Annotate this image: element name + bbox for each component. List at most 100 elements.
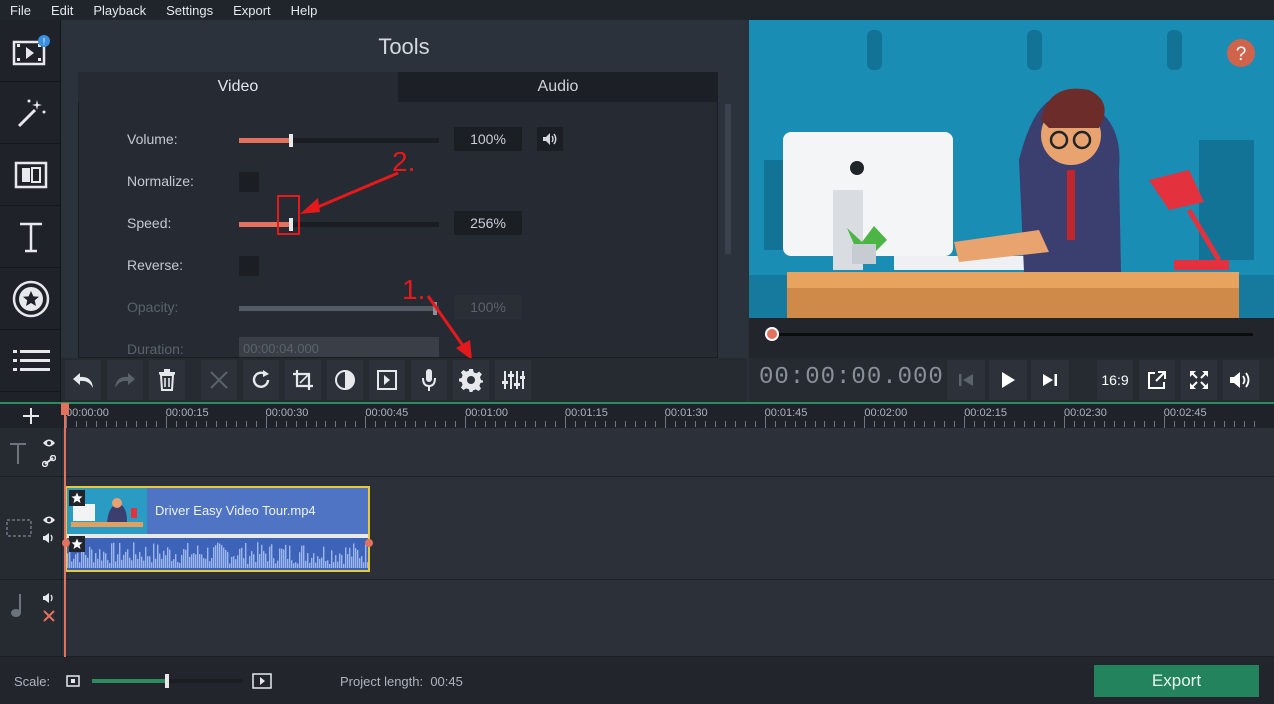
ruler-tick: [1044, 421, 1046, 427]
waveform-bar: [155, 558, 157, 568]
waveform-bar: [129, 557, 131, 568]
waveform-bar: [171, 561, 173, 568]
rotate-button[interactable]: [243, 360, 279, 400]
transition-wizard-button[interactable]: [369, 360, 405, 400]
ruler-tick: [894, 421, 896, 427]
ruler-tick: [445, 421, 447, 427]
clip-properties-button[interactable]: [453, 360, 489, 400]
tools-scrollbar[interactable]: [725, 104, 731, 254]
sidebar-filters-button[interactable]: [0, 82, 61, 144]
crop-icon: [293, 370, 313, 390]
volume-mute-button[interactable]: [537, 127, 563, 151]
split-button[interactable]: [201, 360, 237, 400]
normalize-checkbox[interactable]: [239, 172, 259, 192]
waveform-bar: [261, 544, 263, 568]
progress-handle[interactable]: [765, 327, 779, 341]
ruler-tick: [485, 421, 487, 427]
waveform-bar: [289, 545, 291, 568]
ruler-tick: [245, 421, 247, 427]
audio-star-badge[interactable]: [69, 536, 85, 552]
audio-equalizer-button[interactable]: [495, 360, 531, 400]
scale-slider[interactable]: [92, 674, 242, 688]
ruler-tick: [315, 421, 317, 427]
play-button[interactable]: [989, 360, 1027, 400]
sidebar-stickers-button[interactable]: [0, 268, 61, 330]
sidebar-titles-button[interactable]: [0, 206, 61, 268]
waveform-bar: [205, 558, 207, 568]
menu-settings[interactable]: Settings: [156, 3, 223, 18]
music-note-icon: [11, 594, 21, 617]
crop-button[interactable]: [285, 360, 321, 400]
redo-button[interactable]: [107, 360, 143, 400]
duration-field[interactable]: 00:00:04.000: [239, 337, 439, 357]
ruler-tick-label: 00:00:00: [66, 407, 109, 419]
reverse-checkbox[interactable]: [239, 256, 259, 276]
volume-slider-thumb[interactable]: [289, 134, 293, 147]
ruler-tick: [694, 421, 696, 427]
volume-button[interactable]: [1223, 360, 1259, 400]
sidebar-more-button[interactable]: [0, 330, 61, 392]
next-button[interactable]: [1031, 360, 1069, 400]
zoom-in-icon[interactable]: [252, 673, 272, 689]
video-preview[interactable]: ?: [749, 20, 1274, 318]
playhead-handle[interactable]: [61, 403, 69, 415]
clip-audio-part[interactable]: [67, 536, 369, 570]
tab-audio[interactable]: Audio: [398, 72, 718, 102]
waveform-bar: [327, 560, 329, 568]
timeline-ruler[interactable]: 00:00:00 00:00:15 00:00:30 00:00:45 00:01:00…: [0, 402, 1274, 428]
undo-button[interactable]: [65, 360, 101, 400]
aspect-ratio-button[interactable]: 16:9: [1097, 360, 1133, 400]
clip-video-part[interactable]: Driver Easy Video Tour.mp4: [67, 488, 368, 534]
tool-sidebar: !: [0, 20, 61, 402]
ruler-tick: [475, 421, 477, 427]
menu-export[interactable]: Export: [223, 3, 281, 18]
ruler-tick-label: 00:02:45: [1163, 407, 1207, 419]
timeline-playhead[interactable]: [61, 403, 69, 657]
waveform-bar: [323, 546, 325, 568]
speed-value[interactable]: 256%: [454, 211, 522, 235]
sidebar-transitions-button[interactable]: [0, 144, 61, 206]
ruler-tick: [834, 421, 836, 427]
export-button[interactable]: Export: [1094, 665, 1259, 697]
waveform-bar: [281, 548, 283, 568]
zoom-out-icon[interactable]: [66, 675, 80, 687]
eye-icon[interactable]: [42, 438, 56, 448]
record-audio-button[interactable]: [411, 360, 447, 400]
unlink-icon[interactable]: [42, 609, 56, 623]
clip-star-badge[interactable]: [69, 490, 85, 506]
tab-video[interactable]: Video: [78, 72, 398, 102]
speaker-icon[interactable]: [42, 532, 56, 544]
playback-progress[interactable]: [765, 327, 1253, 341]
menu-file[interactable]: File: [0, 3, 41, 18]
volume-slider[interactable]: [239, 134, 439, 147]
waveform-bar: [125, 551, 127, 568]
detach-player-button[interactable]: [1139, 360, 1175, 400]
audio-waveform: [67, 542, 369, 568]
ruler-tick-label: 00:01:45: [764, 407, 808, 419]
waveform-bar: [103, 551, 105, 568]
add-track-button[interactable]: [0, 404, 62, 428]
link-icon[interactable]: [42, 455, 56, 467]
color-adjust-button[interactable]: [327, 360, 363, 400]
delete-button[interactable]: [149, 360, 185, 400]
previous-button[interactable]: [947, 360, 985, 400]
speed-slider[interactable]: [239, 218, 439, 231]
ruler-tick: [465, 416, 467, 428]
menu-help[interactable]: Help: [281, 3, 328, 18]
waveform-bar: [67, 553, 69, 568]
fullscreen-button[interactable]: [1181, 360, 1217, 400]
clip-fade-out-handle[interactable]: [365, 539, 373, 547]
speaker-icon[interactable]: [42, 592, 56, 604]
ruler-tick: [924, 421, 926, 427]
menu-playback[interactable]: Playback: [83, 3, 156, 18]
title-track-header: [0, 428, 62, 476]
eye-icon[interactable]: [42, 515, 56, 525]
scale-slider-thumb[interactable]: [165, 674, 169, 688]
video-clip[interactable]: Driver Easy Video Tour.mp4: [62, 486, 373, 572]
menu-edit[interactable]: Edit: [41, 3, 83, 18]
volume-value[interactable]: 100%: [454, 127, 522, 151]
waveform-bar: [73, 558, 75, 568]
sidebar-import-button[interactable]: !: [0, 20, 61, 82]
ruler-tick: [325, 421, 327, 427]
opacity-slider[interactable]: [239, 302, 439, 315]
